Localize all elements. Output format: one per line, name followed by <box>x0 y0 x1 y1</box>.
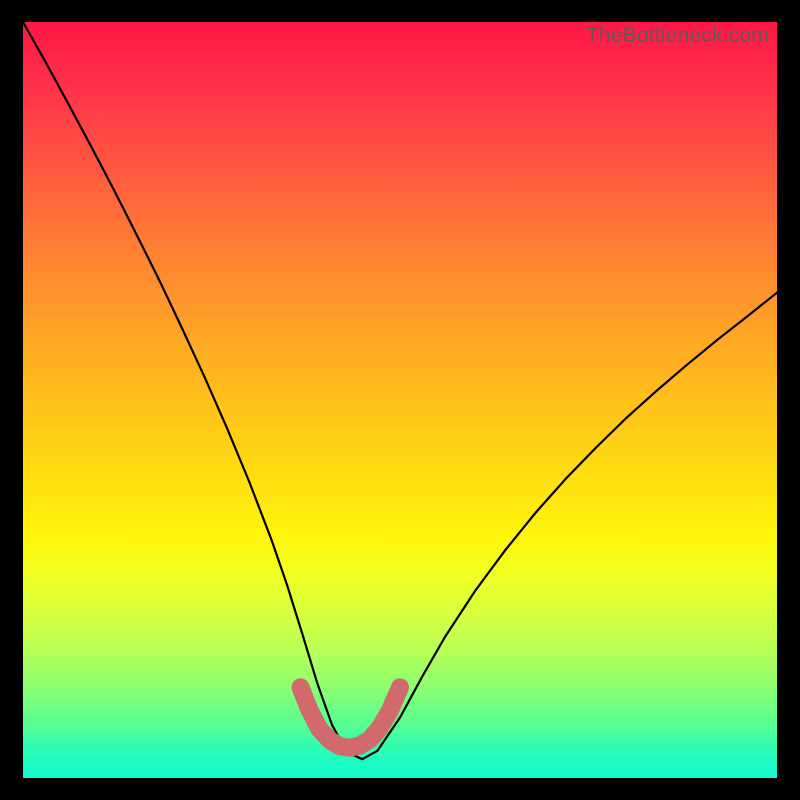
chart-frame: TheBottleneck.com <box>23 22 777 778</box>
bottleneck-curve <box>23 22 777 759</box>
bottleneck-plot <box>23 22 777 778</box>
